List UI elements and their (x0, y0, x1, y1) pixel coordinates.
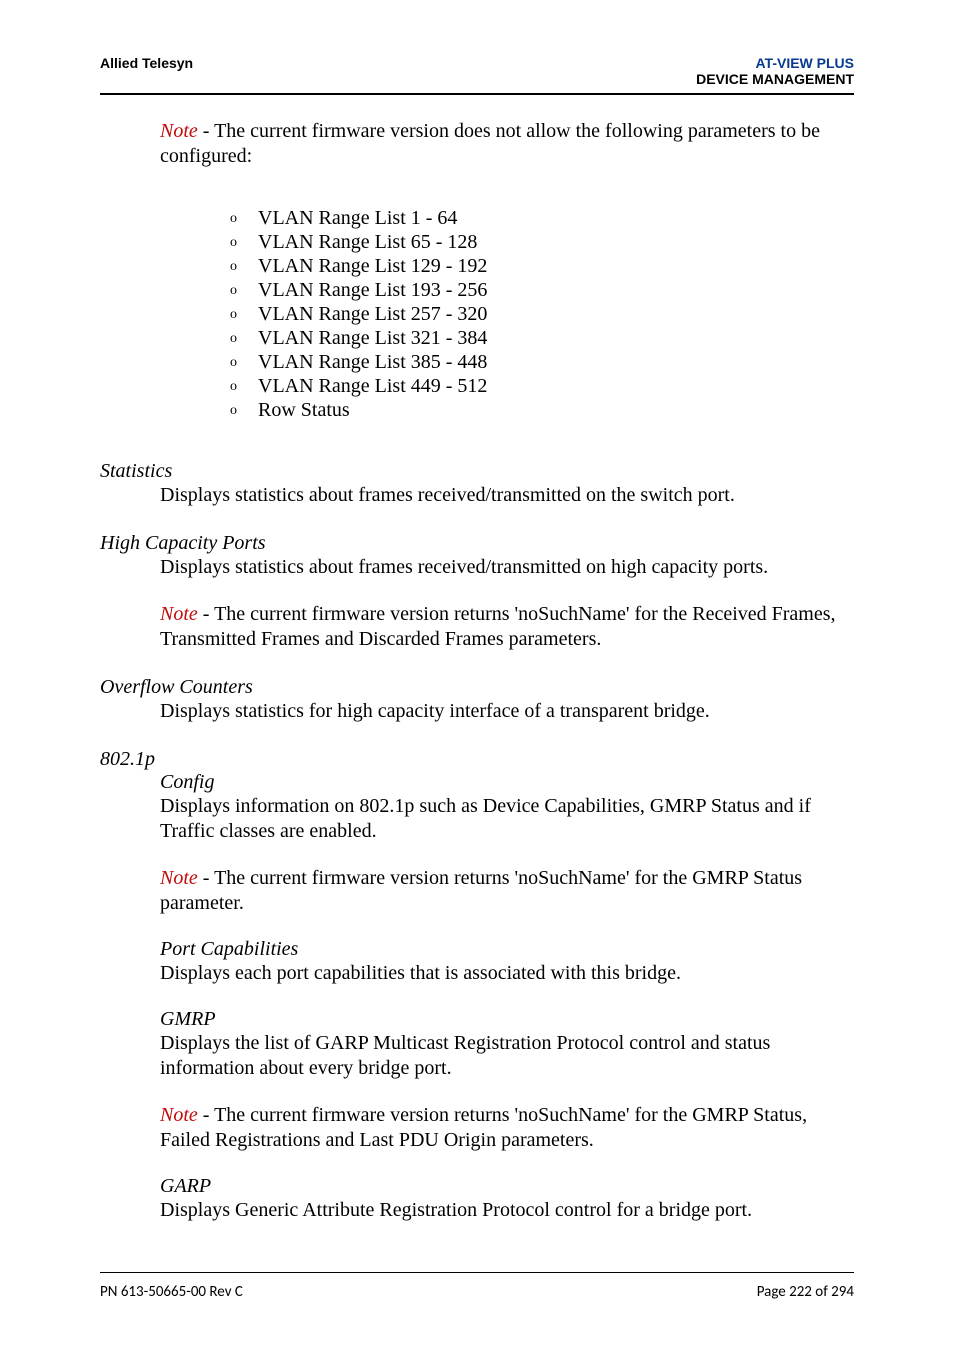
list-item-label: VLAN Range List 193 - 256 (258, 279, 487, 301)
list-item: oVLAN Range List 385 - 448 (230, 351, 854, 374)
page-footer: PN 613-50665-00 Rev C Page 222 of 294 (100, 1272, 854, 1301)
bullet-icon: o (230, 379, 258, 395)
bullet-icon: o (230, 235, 258, 251)
list-item-label: VLAN Range List 1 - 64 (258, 207, 457, 229)
list-item-label: VLAN Range List 129 - 192 (258, 255, 487, 277)
gmrp-note: Note - The current firmware version retu… (160, 1103, 854, 1153)
list-item: oVLAN Range List 449 - 512 (230, 375, 854, 398)
gmrp-note-text: - The current firmware version returns '… (160, 1104, 807, 1151)
config-note-text: - The current firmware version returns '… (160, 867, 802, 914)
hcp-text: Displays statistics about frames receive… (160, 555, 854, 580)
statistics-text: Displays statistics about frames receive… (160, 483, 854, 508)
garp-heading: GARP (160, 1175, 854, 1198)
list-item-label: Row Status (258, 399, 350, 421)
portcap-text: Displays each port capabilities that is … (160, 961, 854, 986)
list-item-label: VLAN Range List 321 - 384 (258, 327, 487, 349)
bullet-icon: o (230, 283, 258, 299)
list-item-label: VLAN Range List 385 - 448 (258, 351, 487, 373)
hcp-heading: High Capacity Ports (100, 532, 854, 555)
garp-text: Displays Generic Attribute Registration … (160, 1198, 854, 1223)
note-label: Note (160, 603, 198, 625)
note-label: Note (160, 120, 198, 142)
bullet-icon: o (230, 331, 258, 347)
list-item: oVLAN Range List 257 - 320 (230, 303, 854, 326)
intro-note: Note - The current firmware version does… (160, 119, 854, 169)
footer-right: Page 222 of 294 (757, 1283, 854, 1301)
overflow-heading: Overflow Counters (100, 676, 854, 699)
8021p-heading: 802.1p (100, 748, 854, 771)
intro-note-text: - The current firmware version does not … (160, 120, 820, 167)
bullet-icon: o (230, 355, 258, 371)
gmrp-text: Displays the list of GARP Multicast Regi… (160, 1031, 854, 1081)
config-text: Displays information on 802.1p such as D… (160, 794, 854, 844)
list-item-label: VLAN Range List 449 - 512 (258, 375, 487, 397)
config-note: Note - The current firmware version retu… (160, 866, 854, 916)
hcp-note-text: - The current firmware version returns '… (160, 603, 836, 650)
list-item-label: VLAN Range List 257 - 320 (258, 303, 487, 325)
note-label: Note (160, 1104, 198, 1126)
gmrp-heading: GMRP (160, 1008, 854, 1031)
note-label: Note (160, 867, 198, 889)
hcp-note: Note - The current firmware version retu… (160, 602, 854, 652)
overflow-text: Displays statistics for high capacity in… (160, 699, 854, 724)
list-item: oRow Status (230, 399, 854, 422)
list-item: oVLAN Range List 65 - 128 (230, 231, 854, 254)
bullet-icon: o (230, 259, 258, 275)
bullet-icon: o (230, 307, 258, 323)
bullet-icon: o (230, 211, 258, 227)
bullet-icon: o (230, 403, 258, 419)
list-item: oVLAN Range List 193 - 256 (230, 279, 854, 302)
footer-left: PN 613-50665-00 Rev C (100, 1283, 243, 1301)
header-left: Allied Telesyn (100, 55, 193, 71)
list-item: oVLAN Range List 129 - 192 (230, 255, 854, 278)
header-section: DEVICE MANAGEMENT (696, 71, 854, 87)
page-header: Allied Telesyn AT-VIEW PLUS DEVICE MANAG… (100, 55, 854, 95)
statistics-heading: Statistics (100, 460, 854, 483)
portcap-heading: Port Capabilities (160, 938, 854, 961)
list-item: oVLAN Range List 321 - 384 (230, 327, 854, 350)
header-right: AT-VIEW PLUS DEVICE MANAGEMENT (696, 55, 854, 87)
vlan-range-list: oVLAN Range List 1 - 64 oVLAN Range List… (230, 207, 854, 422)
config-heading: Config (160, 771, 854, 794)
header-product: AT-VIEW PLUS (696, 55, 854, 71)
list-item-label: VLAN Range List 65 - 128 (258, 231, 477, 253)
list-item: oVLAN Range List 1 - 64 (230, 207, 854, 230)
